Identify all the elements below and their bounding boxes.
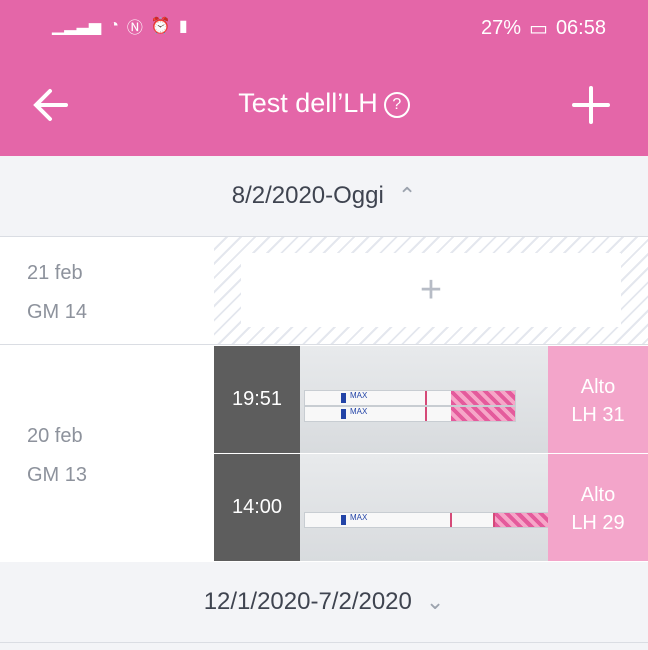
- battery-percent: 27%: [481, 17, 522, 39]
- battery-icon: ▭: [529, 18, 548, 40]
- day-row-20-feb: 20 feb GM 13 19:51 MAX MAX Alto LH 31 14:…: [0, 344, 648, 562]
- chevron-down-icon: ⌄: [425, 589, 445, 614]
- lh-test-strip: MAX: [304, 406, 516, 422]
- alarm-icon: ⏰: [150, 18, 171, 35]
- app-bar: Test dell’LH?: [0, 56, 648, 156]
- page-title: Test dell’LH?: [0, 88, 648, 119]
- day-date: 20 feb: [27, 425, 83, 447]
- status-bar: ▁▂▃▅ ◔ Ⓝ ⏰ ▮ 27% ▭ 06:58: [0, 0, 648, 56]
- date-range-header-previous[interactable]: 12/1/2020-7/2/2020 ⌄: [0, 562, 648, 643]
- status-icons: ▁▂▃▅ ◔ Ⓝ ⏰ ▮: [52, 14, 188, 38]
- add-icon[interactable]: [572, 86, 610, 124]
- lh-test-strip: MAX: [304, 512, 554, 528]
- lh-result: Alto LH 29: [548, 454, 648, 561]
- clock: 06:58: [555, 17, 606, 39]
- range-label: 8/2/2020-Oggi: [231, 182, 384, 209]
- battery-warning-icon: ▮: [178, 18, 188, 35]
- test-strip-photo: MAX MAX: [300, 346, 548, 453]
- day-row-21-feb: 21 feb GM 14 +: [0, 236, 648, 345]
- date-range-header-current[interactable]: 8/2/2020-Oggi ⌃: [0, 156, 648, 236]
- nfc-icon: Ⓝ: [126, 20, 143, 37]
- cycle-day: GM 13: [27, 464, 88, 486]
- lh-value: LH 31: [571, 404, 625, 426]
- status-right: 27% ▭ 06:58: [481, 16, 606, 41]
- add-test-button[interactable]: +: [241, 253, 621, 327]
- lh-result: Alto LH 31: [548, 346, 648, 453]
- test-strip-photo: MAX: [300, 454, 554, 561]
- chevron-up-icon: ⌃: [397, 183, 417, 208]
- test-entry[interactable]: 19:51 MAX MAX Alto LH 31: [214, 346, 648, 453]
- help-icon[interactable]: ?: [383, 91, 410, 118]
- test-entry[interactable]: 14:00 MAX Alto LH 29: [214, 454, 648, 561]
- lh-test-strip: MAX: [304, 390, 516, 406]
- wifi-icon: ◔: [109, 17, 119, 34]
- lh-value: LH 29: [571, 512, 625, 534]
- result-level: Alto: [580, 484, 616, 506]
- empty-test-area: +: [214, 237, 648, 345]
- test-time: 19:51: [214, 346, 300, 453]
- range-label: 12/1/2020-7/2/2020: [203, 588, 412, 615]
- result-level: Alto: [580, 376, 616, 398]
- test-time: 14:00: [214, 454, 300, 561]
- cycle-day: GM 14: [27, 301, 88, 323]
- signal-icon: ▁▂▃▅: [52, 18, 102, 35]
- day-date: 21 feb: [27, 262, 83, 284]
